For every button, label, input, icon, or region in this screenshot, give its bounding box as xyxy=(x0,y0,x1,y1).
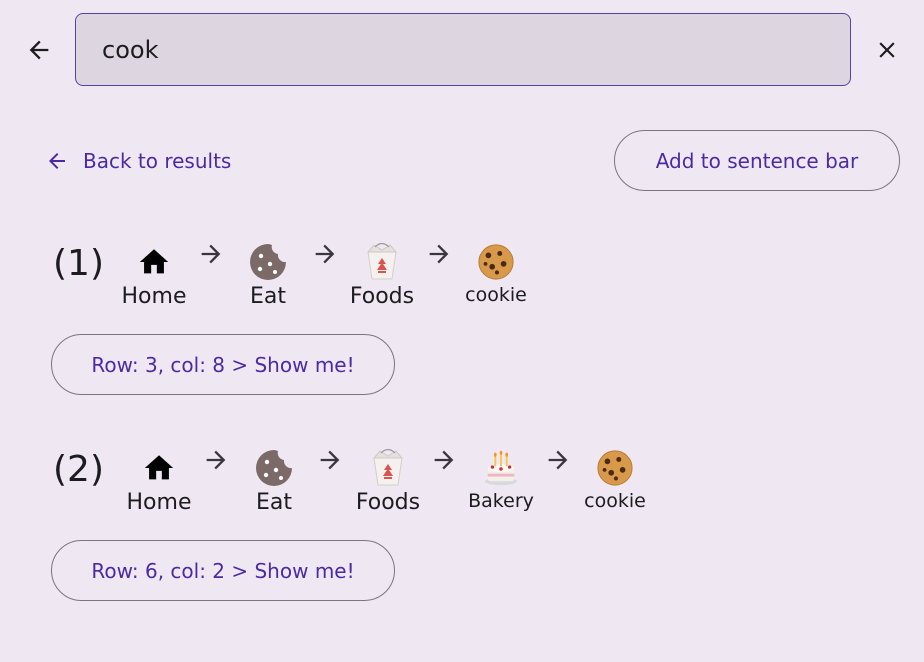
arrow-forward-icon xyxy=(197,240,225,268)
result-number: (2) xyxy=(53,449,104,490)
birthday-cake-icon xyxy=(482,449,520,487)
cookie-icon xyxy=(596,449,634,487)
path-item-label: Eat xyxy=(249,284,286,309)
show-me-button[interactable]: Row: 3, col: 8 > Show me! xyxy=(51,334,395,395)
cookie-silhouette-icon xyxy=(248,242,288,282)
path-item-label: Home xyxy=(121,284,187,309)
arrow-forward-icon xyxy=(202,446,230,474)
path-item-label: Foods xyxy=(349,284,415,309)
takeout-box-icon xyxy=(362,242,402,282)
path-item-label: cookie xyxy=(584,490,646,512)
path-item-label: Eat xyxy=(255,490,292,515)
back-to-results-button[interactable]: Back to results xyxy=(45,143,231,179)
path-item-cookie[interactable]: cookie xyxy=(459,240,533,306)
takeout-box-icon xyxy=(368,448,408,488)
arrow-forward-icon xyxy=(430,446,458,474)
arrow-back-icon xyxy=(49,153,65,169)
show-me-button[interactable]: Row: 6, col: 2 > Show me! xyxy=(51,540,395,601)
path-item-label: Bakery xyxy=(468,490,534,512)
back-to-results-label: Back to results xyxy=(83,149,232,173)
home-icon xyxy=(142,451,176,485)
arrow-forward-icon xyxy=(316,446,344,474)
path-item-label: Home xyxy=(126,490,192,515)
path-item-home[interactable]: Home xyxy=(119,240,189,309)
home-icon xyxy=(137,245,171,279)
path-item-label: cookie xyxy=(465,284,527,306)
path-item-label: Foods xyxy=(355,490,421,515)
search-top-bar xyxy=(0,0,924,100)
result-number: (1) xyxy=(53,243,104,284)
arrow-forward-icon xyxy=(311,240,339,268)
path-item-bakery[interactable]: Bakery xyxy=(464,446,538,512)
arrow-forward-icon xyxy=(425,240,453,268)
path-item-foods[interactable]: Foods xyxy=(350,446,426,515)
path-item-cookie[interactable]: cookie xyxy=(578,446,652,512)
path-item-foods[interactable]: Foods xyxy=(344,240,420,309)
path-item-eat[interactable]: Eat xyxy=(243,240,293,309)
cookie-silhouette-icon xyxy=(254,448,294,488)
back-arrow-button[interactable] xyxy=(20,30,58,70)
add-to-sentence-bar-button[interactable]: Add to sentence bar xyxy=(614,130,900,191)
cookie-icon xyxy=(477,243,515,281)
path-item-home[interactable]: Home xyxy=(124,446,194,515)
arrow-back-icon xyxy=(29,40,49,60)
clear-search-button[interactable] xyxy=(867,30,907,70)
arrow-forward-icon xyxy=(544,446,572,474)
close-icon xyxy=(879,42,895,58)
path-item-eat[interactable]: Eat xyxy=(249,446,299,515)
search-field[interactable] xyxy=(75,13,851,86)
search-input[interactable] xyxy=(100,14,824,86)
